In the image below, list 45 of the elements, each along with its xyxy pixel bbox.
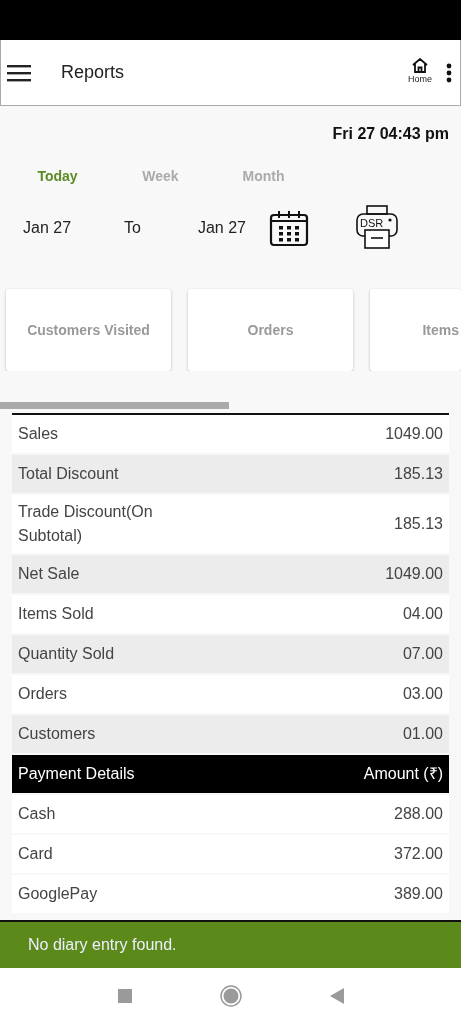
- report-card[interactable]: Orders: [188, 289, 353, 371]
- date-time: Fri 27 04:43 pm: [331, 124, 450, 144]
- calendar-icon[interactable]: [269, 209, 309, 247]
- row-label: GooglePay: [18, 884, 98, 904]
- report-card[interactable]: Items: [370, 289, 461, 371]
- row-label: Sales: [18, 424, 59, 444]
- row-value: 04.00: [402, 604, 443, 624]
- report-card[interactable]: Customers Visited: [6, 289, 171, 371]
- row-value: 288.00: [394, 804, 443, 824]
- period-tab[interactable]: Month: [212, 166, 315, 187]
- row-label: Customers: [18, 724, 96, 744]
- period-tab[interactable]: Week: [109, 166, 212, 187]
- row-value: 01.00: [402, 724, 443, 744]
- row-value: 1049.00: [385, 424, 443, 444]
- from-date[interactable]: Jan 27: [23, 216, 72, 240]
- date-separator: To: [124, 218, 141, 238]
- row-value: 1049.00: [385, 564, 443, 584]
- row-value: 185.13: [394, 514, 443, 534]
- row-value: 03.00: [402, 684, 443, 704]
- row-label: Card: [18, 844, 53, 864]
- home-button[interactable]: Home: [408, 58, 432, 87]
- to-date[interactable]: Jan 27: [197, 216, 246, 240]
- print-report-button[interactable]: DSR: [355, 205, 399, 251]
- row-label: Payment Details: [18, 764, 135, 784]
- recents-icon[interactable]: [117, 989, 132, 1003]
- row-value: 185.13: [394, 464, 443, 484]
- row-label: Orders: [18, 684, 67, 704]
- row-value: 389.00: [394, 884, 443, 904]
- more-icon[interactable]: [446, 62, 452, 83]
- menu-icon[interactable]: [7, 63, 31, 82]
- row-value: Amount (₹): [363, 764, 443, 784]
- snackbar-message: No diary entry found.: [0, 920, 461, 968]
- row-label: Trade Discount(On Subtotal): [18, 502, 154, 546]
- page-title: Reports: [61, 61, 126, 84]
- back-icon[interactable]: [329, 988, 344, 1004]
- row-label: Total Discount: [18, 464, 119, 484]
- row-value: 07.00: [402, 644, 443, 664]
- row-label: Quantity Sold: [18, 644, 115, 664]
- period-tab[interactable]: Today: [6, 166, 109, 187]
- row-label: Cash: [18, 804, 56, 824]
- row-value: 372.00: [394, 844, 443, 864]
- home-circle-icon[interactable]: [219, 985, 242, 1007]
- row-label: Items Sold: [18, 604, 94, 624]
- row-label: Net Sale: [18, 564, 80, 584]
- home-icon: [412, 58, 428, 74]
